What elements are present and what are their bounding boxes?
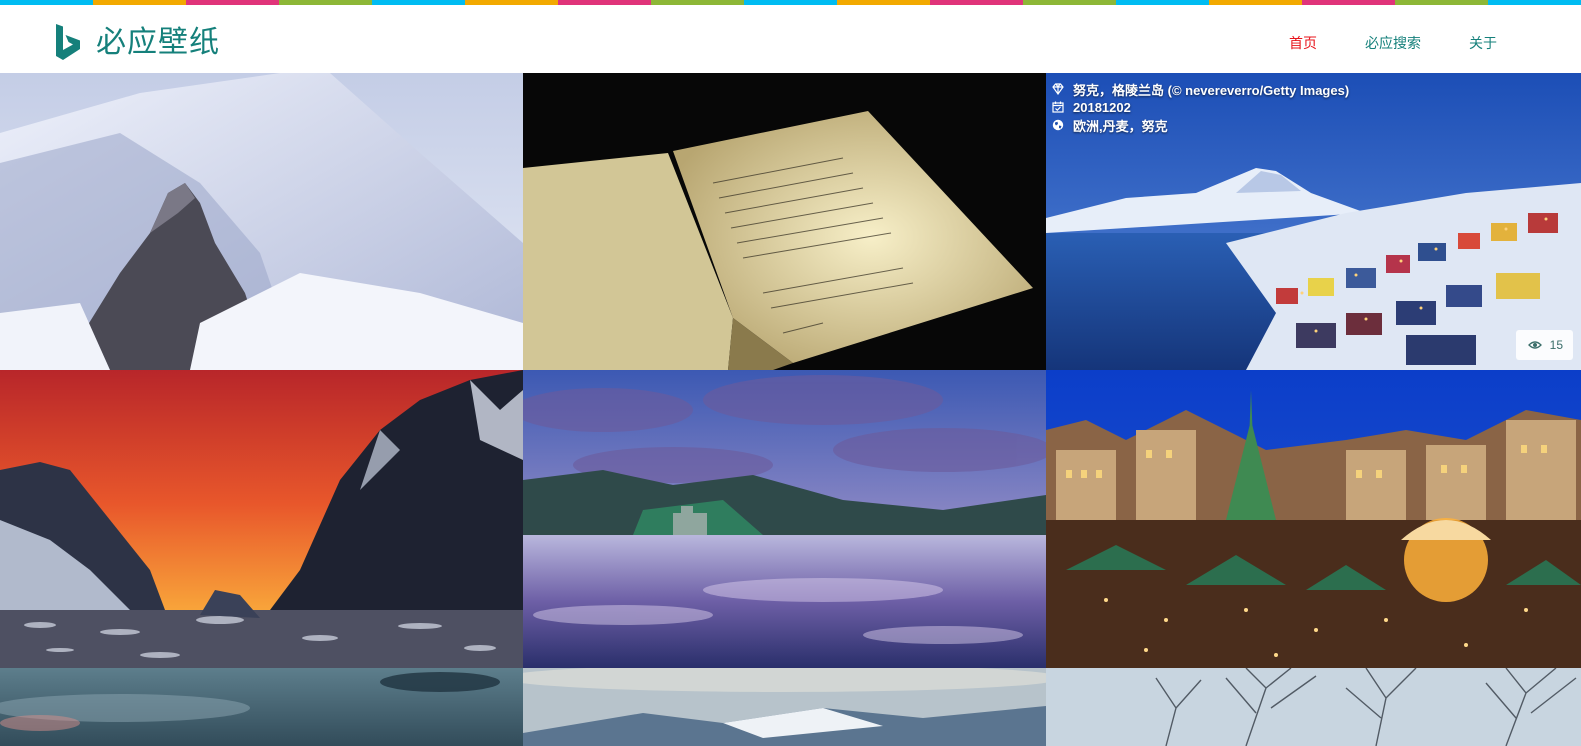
- site-header: 必应壁纸 首页 必应搜索 关于: [0, 5, 1581, 73]
- info-tags-row: 欧洲,丹麦，努克: [1052, 116, 1349, 134]
- main-nav: 首页 必应搜索 关于: [1289, 33, 1497, 53]
- wallpaper-tile-winter-trees[interactable]: [1046, 668, 1581, 746]
- nav-item-about[interactable]: 关于: [1469, 33, 1497, 53]
- wallpaper-tile-open-book[interactable]: [523, 73, 1046, 370]
- wallpaper-info-overlay: 努克，格陵兰岛 (© nevereverro/Getty Images) 201…: [1052, 80, 1349, 134]
- wallpaper-image: [523, 73, 1046, 370]
- wallpaper-image: [523, 370, 1046, 668]
- wallpaper-image: [0, 73, 523, 370]
- wallpaper-tile-snow-mountain[interactable]: [0, 73, 523, 370]
- wallpaper-image: [1046, 668, 1581, 746]
- wallpaper-tile-nuuk[interactable]: 努克，格陵兰岛 (© nevereverro/Getty Images) 201…: [1046, 73, 1581, 370]
- globe-icon: [1052, 119, 1064, 131]
- bing-logo-icon: [56, 24, 80, 60]
- diamond-icon: [1052, 83, 1064, 95]
- info-title-row: 努克，格陵兰岛 (© nevereverro/Getty Images): [1052, 80, 1349, 98]
- wallpaper-image: [1046, 370, 1581, 668]
- wallpaper-tile-cloudy-sea[interactable]: [0, 668, 523, 746]
- view-count: 15: [1549, 338, 1563, 352]
- view-count-badge: 15: [1515, 330, 1573, 360]
- wallpaper-date: 20181202: [1073, 99, 1131, 115]
- eye-icon: [1527, 341, 1542, 349]
- wallpaper-title: 努克，格陵兰岛 (© nevereverro/Getty Images): [1073, 82, 1350, 98]
- nav-item-bing-search[interactable]: 必应搜索: [1365, 33, 1421, 53]
- wallpaper-tile-antarctic-sunset[interactable]: [0, 370, 523, 668]
- site-title: 必应壁纸: [96, 25, 220, 60]
- wallpaper-image: [0, 370, 523, 668]
- info-date-row: 20181202: [1052, 98, 1349, 116]
- wallpaper-image: [0, 668, 523, 746]
- wallpaper-image: [523, 668, 1046, 746]
- wallpaper-tile-christmas-market[interactable]: [1046, 370, 1581, 668]
- wallpaper-tile-snowy-hills[interactable]: [523, 668, 1046, 746]
- nav-item-home[interactable]: 首页: [1289, 33, 1317, 53]
- site-logo[interactable]: 必应壁纸: [54, 23, 220, 63]
- wallpaper-grid: 努克，格陵兰岛 (© nevereverro/Getty Images) 201…: [0, 73, 1581, 746]
- wallpaper-tags: 欧洲,丹麦，努克: [1073, 118, 1168, 134]
- calendar-check-icon: [1052, 101, 1064, 113]
- wallpaper-tile-castle-lake[interactable]: [523, 370, 1046, 668]
